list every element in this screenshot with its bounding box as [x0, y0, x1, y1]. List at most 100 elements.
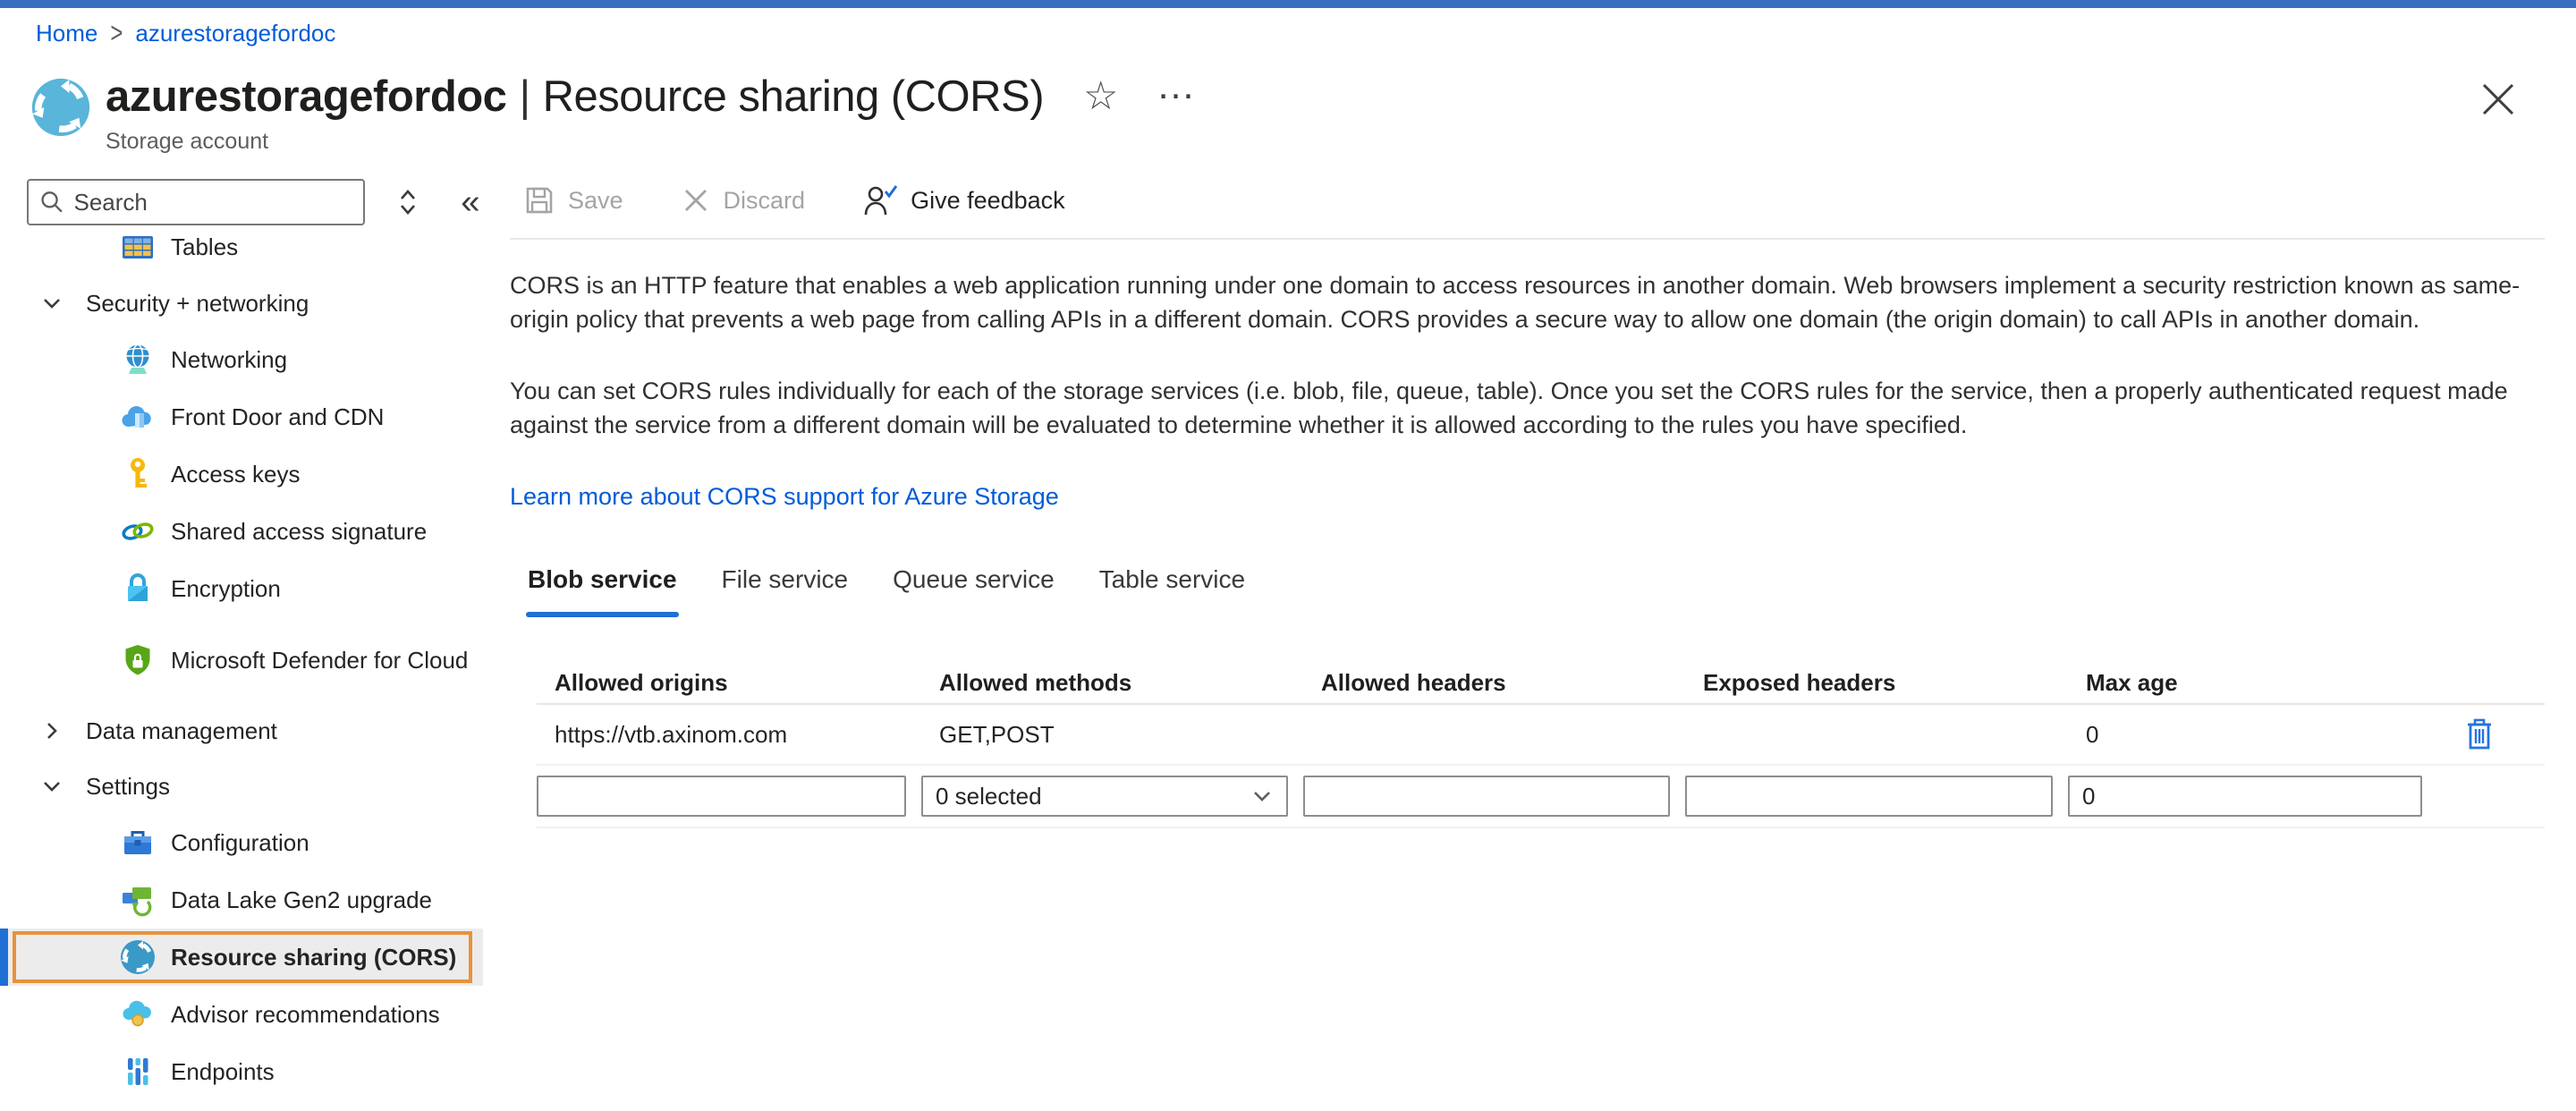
defender-shield-icon	[120, 642, 156, 678]
column-header-allowed-methods: Allowed methods	[921, 669, 1303, 697]
toolbar-divider	[510, 238, 2545, 240]
table-header-row: Allowed origins Allowed methods Allowed …	[537, 662, 2545, 705]
sidebar-item-shared-access-signature[interactable]: Shared access signature	[0, 503, 483, 560]
allowed-origins-input[interactable]	[537, 776, 906, 817]
column-header-exposed-headers: Exposed headers	[1685, 669, 2068, 697]
tab-file-service[interactable]: File service	[720, 565, 851, 617]
discard-button[interactable]: Discard	[681, 185, 806, 216]
cell-max-age: 0	[2068, 721, 2437, 749]
sidebar-item-front-door-cdn[interactable]: Front Door and CDN	[0, 388, 483, 445]
sidebar-group-label: Data management	[86, 717, 277, 745]
expand-collapse-groups-icon[interactable]	[388, 182, 428, 222]
sidebar-item-label: Data Lake Gen2 upgrade	[171, 886, 432, 914]
column-header-allowed-origins: Allowed origins	[537, 669, 921, 697]
max-age-input[interactable]	[2068, 776, 2422, 817]
allowed-headers-input[interactable]	[1303, 776, 1670, 817]
endpoints-icon	[120, 1054, 156, 1090]
sidebar-item-networking[interactable]: Networking	[0, 331, 483, 388]
sidebar-item-endpoints[interactable]: Endpoints	[0, 1043, 483, 1100]
give-feedback-label: Give feedback	[911, 187, 1065, 215]
cors-rules-table: Allowed origins Allowed methods Allowed …	[537, 662, 2545, 828]
breadcrumb-home-link[interactable]: Home	[36, 20, 97, 47]
chevron-right-icon	[39, 718, 64, 743]
give-feedback-button[interactable]: Give feedback	[862, 182, 1065, 218]
sidebar-item-data-lake-gen2-upgrade[interactable]: Data Lake Gen2 upgrade	[0, 871, 483, 929]
service-tabs: Blob service File service Queue service …	[526, 565, 1247, 617]
tab-blob-service[interactable]: Blob service	[526, 565, 679, 617]
sidebar-item-tables[interactable]: Tables	[0, 218, 483, 276]
shared-access-signature-icon	[120, 513, 156, 549]
data-lake-upgrade-icon	[120, 882, 156, 918]
column-header-max-age: Max age	[2068, 669, 2437, 697]
sidebar-item-label: Networking	[171, 346, 287, 374]
chevron-down-icon	[1250, 784, 1274, 808]
discard-label: Discard	[724, 187, 806, 215]
sidebar-item-label: Microsoft Defender for Cloud	[171, 646, 479, 675]
breadcrumb-resource-link[interactable]: azurestoragefordoc	[135, 20, 335, 47]
learn-more-link[interactable]: Learn more about CORS support for Azure …	[510, 483, 1059, 511]
resource-menu: Tables Security + networking Networking	[0, 218, 483, 1100]
front-door-cdn-icon	[120, 399, 156, 435]
sidebar-item-label: Encryption	[171, 575, 281, 603]
new-rule-row: 0 selected	[537, 764, 2545, 828]
networking-icon	[120, 342, 156, 377]
tables-icon	[120, 229, 156, 265]
page-title: azurestoragefordoc|Resource sharing (COR…	[106, 72, 1044, 122]
trash-icon	[2460, 715, 2499, 754]
allowed-methods-selected-value: 0 selected	[936, 783, 1042, 810]
sidebar-item-label: Front Door and CDN	[171, 403, 384, 431]
exposed-headers-input[interactable]	[1685, 776, 2053, 817]
favorite-star-icon[interactable]: ☆	[1083, 77, 1118, 116]
sidebar-item-access-keys[interactable]: Access keys	[0, 445, 483, 503]
search-icon	[39, 188, 64, 216]
chevron-down-icon	[39, 291, 64, 316]
more-options-icon[interactable]: …	[1156, 66, 1197, 106]
chevron-down-icon	[39, 774, 64, 799]
sidebar-group-settings[interactable]: Settings	[0, 759, 483, 814]
column-header-allowed-headers: Allowed headers	[1303, 669, 1685, 697]
cors-description-paragraph-1: CORS is an HTTP feature that enables a w…	[510, 268, 2531, 336]
tab-queue-service[interactable]: Queue service	[891, 565, 1056, 617]
cors-icon	[120, 939, 156, 975]
sidebar-item-advisor-recommendations[interactable]: Advisor recommendations	[0, 986, 483, 1043]
advisor-icon	[120, 997, 156, 1032]
command-bar: Save Discard Give feedback	[523, 182, 1065, 218]
toolbox-icon	[120, 825, 156, 861]
discard-icon	[681, 185, 711, 216]
sidebar-group-security-networking[interactable]: Security + networking	[0, 276, 483, 331]
table-row: https://vtb.axinom.com GET,POST 0	[537, 705, 2545, 764]
save-button[interactable]: Save	[523, 184, 623, 216]
sidebar-group-label: Security + networking	[86, 290, 309, 318]
sidebar-item-label: Tables	[171, 233, 238, 261]
blade-header: azurestoragefordoc|Resource sharing (COR…	[30, 72, 1197, 155]
key-icon	[120, 456, 156, 492]
search-input[interactable]	[73, 189, 352, 216]
sidebar-item-label: Shared access signature	[171, 518, 427, 546]
delete-rule-button[interactable]	[2459, 714, 2500, 755]
allowed-methods-select[interactable]: 0 selected	[921, 776, 1288, 817]
lock-icon	[120, 571, 156, 606]
sidebar-item-label: Advisor recommendations	[171, 1001, 440, 1029]
save-label: Save	[568, 187, 623, 215]
sidebar-item-resource-sharing-cors[interactable]: Resource sharing (CORS)	[0, 929, 483, 986]
cors-description-paragraph-2: You can set CORS rules individually for …	[510, 374, 2531, 442]
sidebar-group-data-management[interactable]: Data management	[0, 703, 483, 759]
sidebar-item-encryption[interactable]: Encryption	[0, 560, 483, 617]
collapse-menu-icon[interactable]: «	[451, 182, 490, 222]
resource-type-subtitle: Storage account	[106, 129, 1197, 155]
storage-account-icon	[30, 77, 91, 138]
tab-table-service[interactable]: Table service	[1097, 565, 1247, 617]
sidebar-item-microsoft-defender[interactable]: Microsoft Defender for Cloud	[0, 617, 483, 703]
feedback-person-icon	[862, 182, 898, 218]
portal-top-accent-bar	[0, 0, 2576, 8]
sidebar-item-label: Access keys	[171, 461, 301, 488]
selected-accent-bar	[0, 929, 8, 986]
sidebar-group-label: Settings	[86, 773, 170, 801]
cell-allowed-methods: GET,POST	[921, 721, 1303, 749]
sidebar-item-label: Configuration	[171, 829, 309, 857]
save-icon	[523, 184, 555, 216]
sidebar-item-configuration[interactable]: Configuration	[0, 814, 483, 871]
breadcrumb-separator-icon: >	[110, 17, 123, 51]
close-icon	[2476, 77, 2521, 122]
close-blade-button[interactable]	[2476, 77, 2521, 126]
